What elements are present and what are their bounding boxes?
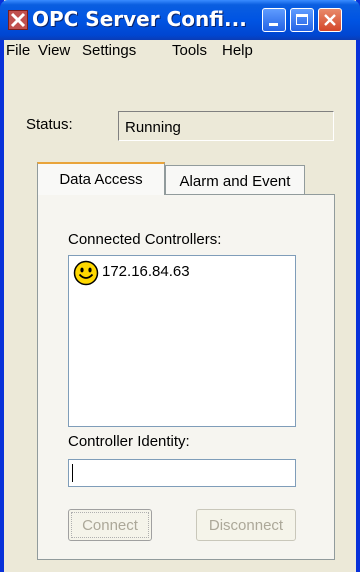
text-cursor	[72, 464, 73, 482]
minimize-button[interactable]	[262, 8, 286, 32]
connected-controllers-label: Connected Controllers:	[68, 231, 222, 248]
maximize-button[interactable]	[290, 8, 314, 32]
controller-identity-label: Controller Identity:	[68, 433, 190, 450]
opc-server-config-window: OPC Server Confi... File View Settings T…	[0, 0, 360, 572]
menu-file[interactable]: File	[6, 42, 30, 59]
menu-settings[interactable]: Settings	[82, 42, 136, 59]
tab-alarm-and-event[interactable]: Alarm and Event	[165, 165, 305, 197]
title-bar[interactable]: OPC Server Confi...	[0, 0, 360, 40]
controller-address: 172.16.84.63	[102, 263, 190, 280]
close-button[interactable]	[318, 8, 342, 32]
disconnect-button[interactable]: Disconnect	[196, 509, 296, 541]
data-access-panel: Connected Controllers: 172.16.84.63 Cont…	[37, 194, 335, 560]
opc-server-app-icon[interactable]	[8, 10, 28, 30]
connect-button[interactable]: Connect	[68, 509, 152, 541]
window-title: OPC Server Confi...	[32, 7, 247, 31]
menu-view[interactable]: View	[38, 42, 70, 59]
smiley-icon	[73, 260, 99, 286]
controller-identity-input[interactable]	[68, 459, 296, 487]
menu-bar: File View Settings Tools Help	[4, 40, 356, 62]
connected-controllers-list[interactable]: 172.16.84.63	[68, 255, 296, 427]
menu-help[interactable]: Help	[222, 42, 253, 59]
menu-tools[interactable]: Tools	[172, 42, 207, 59]
status-label: Status:	[26, 116, 73, 133]
status-field: Running	[118, 111, 334, 141]
tab-data-access[interactable]: Data Access	[37, 162, 165, 195]
